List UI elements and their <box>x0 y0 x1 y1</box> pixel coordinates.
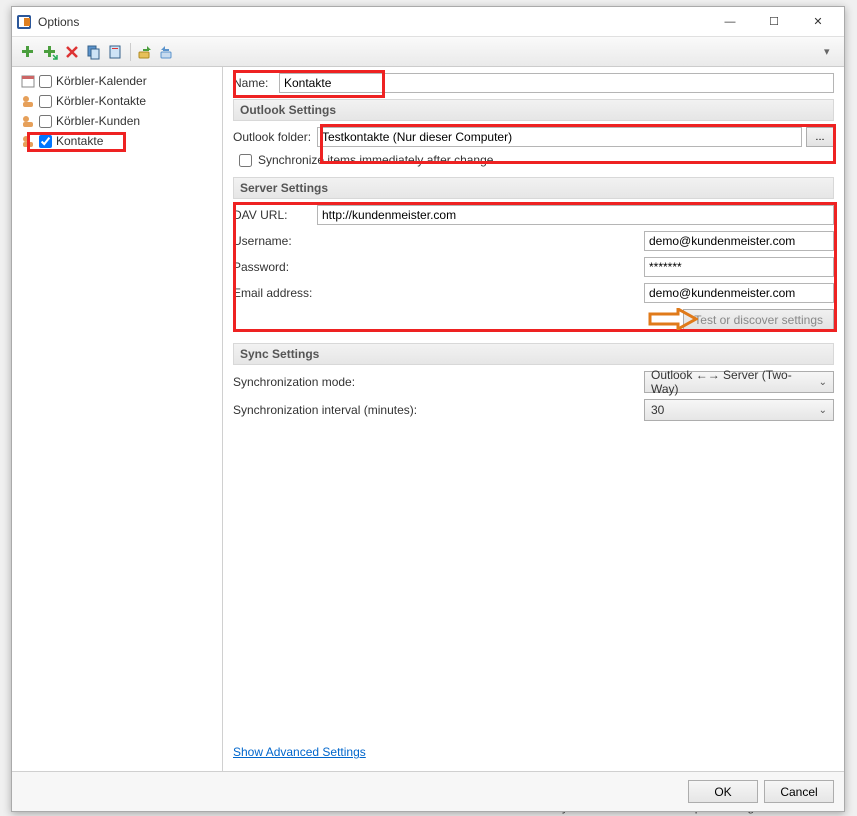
password-label: Password: <box>233 260 317 274</box>
email-input[interactable] <box>644 283 834 303</box>
options-window: Options — ☐ ✕ ▾ <box>11 6 845 812</box>
delete-button[interactable] <box>62 42 82 62</box>
add-multiple-button[interactable] <box>40 42 60 62</box>
sync-interval-row: Synchronization interval (minutes): 30 ⌄ <box>233 399 834 421</box>
profile-tree: Körbler-Kalender Körbler-Kontakte Körble… <box>12 67 223 771</box>
sync-immediately-row: Synchronize items immediately after chan… <box>239 153 834 167</box>
email-row: Email address: <box>233 283 834 303</box>
sync-interval-value: 30 <box>651 403 664 417</box>
minimize-button[interactable]: — <box>708 8 752 36</box>
dav-url-label: DAV URL: <box>233 208 317 222</box>
username-input[interactable] <box>644 231 834 251</box>
copy-button[interactable] <box>84 42 104 62</box>
dialog-footer: OK Cancel <box>12 771 844 811</box>
server-settings-header: Server Settings <box>233 177 834 199</box>
sync-immediately-checkbox[interactable] <box>239 154 252 167</box>
tree-label: Körbler-Kalender <box>56 74 147 88</box>
contacts-icon <box>20 134 35 149</box>
import-button[interactable] <box>157 42 177 62</box>
dav-url-input[interactable] <box>317 205 834 225</box>
titlebar: Options — ☐ ✕ <box>12 7 844 37</box>
toolbar-separator <box>130 43 131 61</box>
paste-button[interactable] <box>106 42 126 62</box>
outlook-folder-label: Outlook folder: <box>233 130 317 144</box>
cancel-button[interactable]: Cancel <box>764 780 834 803</box>
chevron-down-icon: ⌄ <box>819 377 827 388</box>
window-controls: — ☐ ✕ <box>708 8 840 36</box>
sync-interval-select[interactable]: 30 ⌄ <box>644 399 834 421</box>
username-row: Username: <box>233 231 834 251</box>
ok-button[interactable]: OK <box>688 780 758 803</box>
test-discover-button[interactable]: Test or discover settings <box>683 309 834 331</box>
sync-mode-row: Synchronization mode: Outlook ←→ Server … <box>233 371 834 393</box>
name-row: Name: <box>233 73 834 93</box>
tree-item-kalender[interactable]: Körbler-Kalender <box>18 71 216 91</box>
browse-folder-button[interactable]: ... <box>806 127 834 147</box>
tree-checkbox[interactable] <box>39 115 52 128</box>
contacts-icon <box>20 114 35 129</box>
tree-label: Kontakte <box>56 134 103 148</box>
window-title: Options <box>38 15 708 29</box>
tree-item-kontakte-selected[interactable]: Kontakte <box>18 131 216 151</box>
app-icon <box>16 14 32 30</box>
tree-label: Körbler-Kontakte <box>56 94 146 108</box>
name-label: Name: <box>233 76 279 90</box>
tree-item-kunden[interactable]: Körbler-Kunden <box>18 111 216 131</box>
username-label: Username: <box>233 234 317 248</box>
close-button[interactable]: ✕ <box>796 8 840 36</box>
tree-item-kontakte1[interactable]: Körbler-Kontakte <box>18 91 216 111</box>
tree-checkbox[interactable] <box>39 95 52 108</box>
outlook-folder-input[interactable] <box>317 127 802 147</box>
contacts-icon <box>20 94 35 109</box>
maximize-button[interactable]: ☐ <box>752 8 796 36</box>
sync-settings-header: Sync Settings <box>233 343 834 365</box>
toolbar-overflow-icon[interactable]: ▾ <box>824 45 838 59</box>
password-input[interactable] <box>644 257 834 277</box>
outlook-folder-row: Outlook folder: ... <box>233 127 834 147</box>
tree-checkbox[interactable] <box>39 135 52 148</box>
calendar-icon <box>20 74 35 89</box>
tree-checkbox[interactable] <box>39 75 52 88</box>
password-row: Password: <box>233 257 834 277</box>
export-button[interactable] <box>135 42 155 62</box>
toolbar: ▾ <box>12 37 844 67</box>
sync-mode-label: Synchronization mode: <box>233 375 644 389</box>
chevron-down-icon: ⌄ <box>819 405 827 416</box>
tree-label: Körbler-Kunden <box>56 114 140 128</box>
settings-panel: Name: Outlook Settings Outlook folder: .… <box>223 67 844 771</box>
show-advanced-link[interactable]: Show Advanced Settings <box>233 745 366 759</box>
dav-url-row: DAV URL: <box>233 205 834 225</box>
add-profile-button[interactable] <box>18 42 38 62</box>
name-input[interactable] <box>279 73 834 93</box>
sync-mode-value: Outlook ←→ Server (Two-Way) <box>651 368 819 396</box>
outlook-settings-header: Outlook Settings <box>233 99 834 121</box>
sync-immediately-label: Synchronize items immediately after chan… <box>258 153 493 167</box>
annotation-arrow-icon <box>648 308 698 330</box>
sync-interval-label: Synchronization interval (minutes): <box>233 403 644 417</box>
sync-mode-select[interactable]: Outlook ←→ Server (Two-Way) ⌄ <box>644 371 834 393</box>
email-label: Email address: <box>233 286 317 300</box>
dialog-body: Körbler-Kalender Körbler-Kontakte Körble… <box>12 67 844 771</box>
